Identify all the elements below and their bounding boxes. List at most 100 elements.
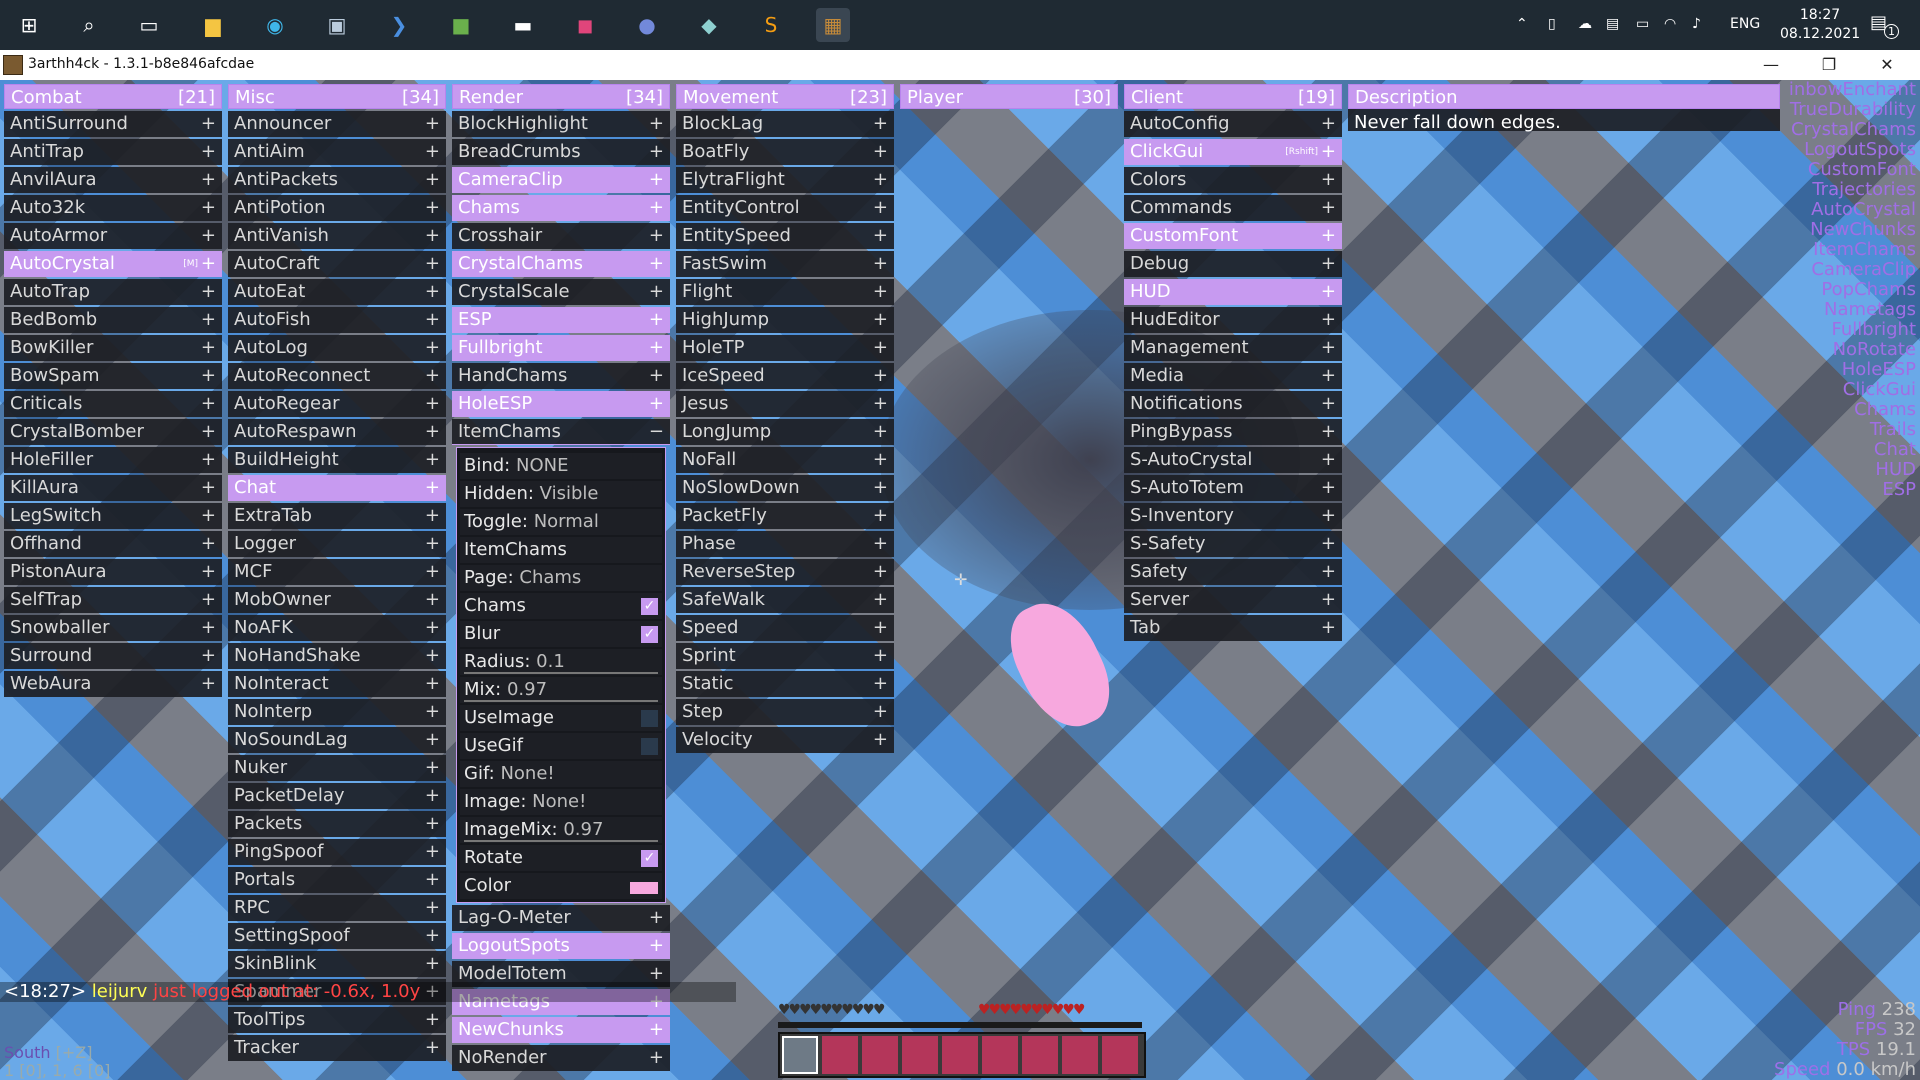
module-antiaim[interactable]: AntiAim + bbox=[228, 139, 446, 165]
expand-plus-icon[interactable]: + bbox=[649, 933, 664, 959]
expand-plus-icon[interactable]: + bbox=[873, 363, 888, 389]
expand-plus-icon[interactable]: + bbox=[873, 587, 888, 613]
setting-blur[interactable]: Blur ✓ bbox=[460, 621, 662, 647]
setting-mix[interactable]: Mix: 0.97 bbox=[460, 677, 662, 703]
expand-plus-icon[interactable]: + bbox=[649, 905, 664, 931]
module-autoconfig[interactable]: AutoConfig + bbox=[1124, 111, 1342, 137]
setting-rotate[interactable]: Rotate ✓ bbox=[460, 845, 662, 871]
note-app-icon[interactable]: ◆ bbox=[692, 8, 726, 42]
expand-plus-icon[interactable]: + bbox=[201, 363, 216, 389]
slider-track[interactable] bbox=[464, 840, 658, 842]
expand-plus-icon[interactable]: + bbox=[873, 503, 888, 529]
hotbar-slot[interactable] bbox=[822, 1036, 858, 1074]
expand-plus-icon[interactable]: + bbox=[425, 559, 440, 585]
panel-header[interactable]: Client [19] bbox=[1124, 84, 1342, 109]
expand-plus-icon[interactable]: + bbox=[425, 195, 440, 221]
expand-plus-icon[interactable]: + bbox=[425, 139, 440, 165]
checkbox-checked-icon[interactable]: ✓ bbox=[641, 850, 658, 867]
module-s-inventory[interactable]: S-Inventory + bbox=[1124, 503, 1342, 529]
setting-toggle[interactable]: Toggle: Normal bbox=[460, 509, 662, 535]
module-step[interactable]: Step + bbox=[676, 699, 894, 725]
setting-usegif[interactable]: UseGif bbox=[460, 733, 662, 759]
expand-plus-icon[interactable]: + bbox=[201, 279, 216, 305]
expand-plus-icon[interactable]: + bbox=[873, 391, 888, 417]
module-webaura[interactable]: WebAura + bbox=[4, 671, 222, 697]
expand-plus-icon[interactable]: + bbox=[201, 419, 216, 445]
expand-plus-icon[interactable]: + bbox=[649, 251, 664, 277]
expand-plus-icon[interactable]: + bbox=[1321, 447, 1336, 473]
expand-plus-icon[interactable]: + bbox=[1321, 615, 1336, 641]
hotbar-slot[interactable] bbox=[982, 1036, 1018, 1074]
expand-plus-icon[interactable]: + bbox=[873, 615, 888, 641]
minecraft-launcher-icon[interactable]: ■ bbox=[444, 8, 478, 42]
module-fullbright[interactable]: Fullbright + bbox=[452, 335, 670, 361]
expand-plus-icon[interactable]: + bbox=[201, 391, 216, 417]
slider-track[interactable] bbox=[464, 672, 658, 674]
expand-plus-icon[interactable]: + bbox=[201, 531, 216, 557]
expand-plus-icon[interactable]: + bbox=[425, 783, 440, 809]
module-autoregear[interactable]: AutoRegear + bbox=[228, 391, 446, 417]
module-portals[interactable]: Portals + bbox=[228, 867, 446, 893]
module-offhand[interactable]: Offhand + bbox=[4, 531, 222, 557]
expand-plus-icon[interactable]: + bbox=[873, 111, 888, 137]
expand-plus-icon[interactable]: + bbox=[201, 643, 216, 669]
terminal-icon[interactable]: ▬ bbox=[506, 8, 540, 42]
expand-plus-icon[interactable]: + bbox=[1321, 391, 1336, 417]
minecraft-icon[interactable]: ▦ bbox=[816, 8, 850, 42]
expand-plus-icon[interactable]: + bbox=[201, 251, 216, 277]
module-longjump[interactable]: LongJump + bbox=[676, 419, 894, 445]
expand-plus-icon[interactable]: + bbox=[425, 811, 440, 837]
expand-plus-icon[interactable]: + bbox=[873, 195, 888, 221]
module-breadcrumbs[interactable]: BreadCrumbs + bbox=[452, 139, 670, 165]
file-explorer-icon[interactable]: ▆ bbox=[196, 8, 230, 42]
module-antivanish[interactable]: AntiVanish + bbox=[228, 223, 446, 249]
expand-plus-icon[interactable]: + bbox=[425, 951, 440, 977]
expand-plus-icon[interactable]: + bbox=[873, 699, 888, 725]
expand-plus-icon[interactable]: + bbox=[1321, 587, 1336, 613]
module-autotrap[interactable]: AutoTrap + bbox=[4, 279, 222, 305]
module-autofish[interactable]: AutoFish + bbox=[228, 307, 446, 333]
device-icon[interactable]: ▯ bbox=[1548, 16, 1556, 32]
hotbar-slot[interactable] bbox=[862, 1036, 898, 1074]
module-holeesp[interactable]: HoleESP + bbox=[452, 391, 670, 417]
setting-radius[interactable]: Radius: 0.1 bbox=[460, 649, 662, 675]
module-itemchams[interactable]: ItemChams − bbox=[452, 419, 670, 445]
setting-gif[interactable]: Gif: None! bbox=[460, 761, 662, 787]
expand-plus-icon[interactable]: + bbox=[201, 587, 216, 613]
module-noafk[interactable]: NoAFK + bbox=[228, 615, 446, 641]
module-entitycontrol[interactable]: EntityControl + bbox=[676, 195, 894, 221]
module-norender[interactable]: NoRender + bbox=[452, 1045, 670, 1071]
expand-plus-icon[interactable]: + bbox=[201, 503, 216, 529]
module-tab[interactable]: Tab + bbox=[1124, 615, 1342, 641]
module-autolog[interactable]: AutoLog + bbox=[228, 335, 446, 361]
module-static[interactable]: Static + bbox=[676, 671, 894, 697]
module-extratab[interactable]: ExtraTab + bbox=[228, 503, 446, 529]
expand-plus-icon[interactable]: + bbox=[425, 447, 440, 473]
module-autorespawn[interactable]: AutoRespawn + bbox=[228, 419, 446, 445]
setting-imagemix[interactable]: ImageMix: 0.97 bbox=[460, 817, 662, 843]
setting-page[interactable]: Page: Chams bbox=[460, 565, 662, 591]
expand-plus-icon[interactable]: + bbox=[425, 223, 440, 249]
setting-useimage[interactable]: UseImage bbox=[460, 705, 662, 731]
expand-plus-icon[interactable]: + bbox=[1321, 335, 1336, 361]
module-snowballer[interactable]: Snowballer + bbox=[4, 615, 222, 641]
expand-plus-icon[interactable]: + bbox=[649, 195, 664, 221]
module-chat[interactable]: Chat + bbox=[228, 475, 446, 501]
module-autocraft[interactable]: AutoCraft + bbox=[228, 251, 446, 277]
game-viewport[interactable]: ✛ Combat [21] AntiSurround + AntiTrap + AnvilA… bbox=[0, 80, 1920, 1080]
slider-track[interactable] bbox=[464, 700, 658, 702]
module-debug[interactable]: Debug + bbox=[1124, 251, 1342, 277]
module-safewalk[interactable]: SafeWalk + bbox=[676, 587, 894, 613]
module-bowkiller[interactable]: BowKiller + bbox=[4, 335, 222, 361]
module-crystalchams[interactable]: CrystalChams + bbox=[452, 251, 670, 277]
expand-plus-icon[interactable]: + bbox=[425, 363, 440, 389]
battery-icon[interactable]: ▭ bbox=[1636, 16, 1649, 32]
module-antisurround[interactable]: AntiSurround + bbox=[4, 111, 222, 137]
module-sprint[interactable]: Sprint + bbox=[676, 643, 894, 669]
module-hudeditor[interactable]: HudEditor + bbox=[1124, 307, 1342, 333]
expand-plus-icon[interactable]: + bbox=[649, 111, 664, 137]
expand-plus-icon[interactable]: + bbox=[873, 475, 888, 501]
module-antipotion[interactable]: AntiPotion + bbox=[228, 195, 446, 221]
module-logoutspots[interactable]: LogoutSpots + bbox=[452, 933, 670, 959]
module-nofall[interactable]: NoFall + bbox=[676, 447, 894, 473]
